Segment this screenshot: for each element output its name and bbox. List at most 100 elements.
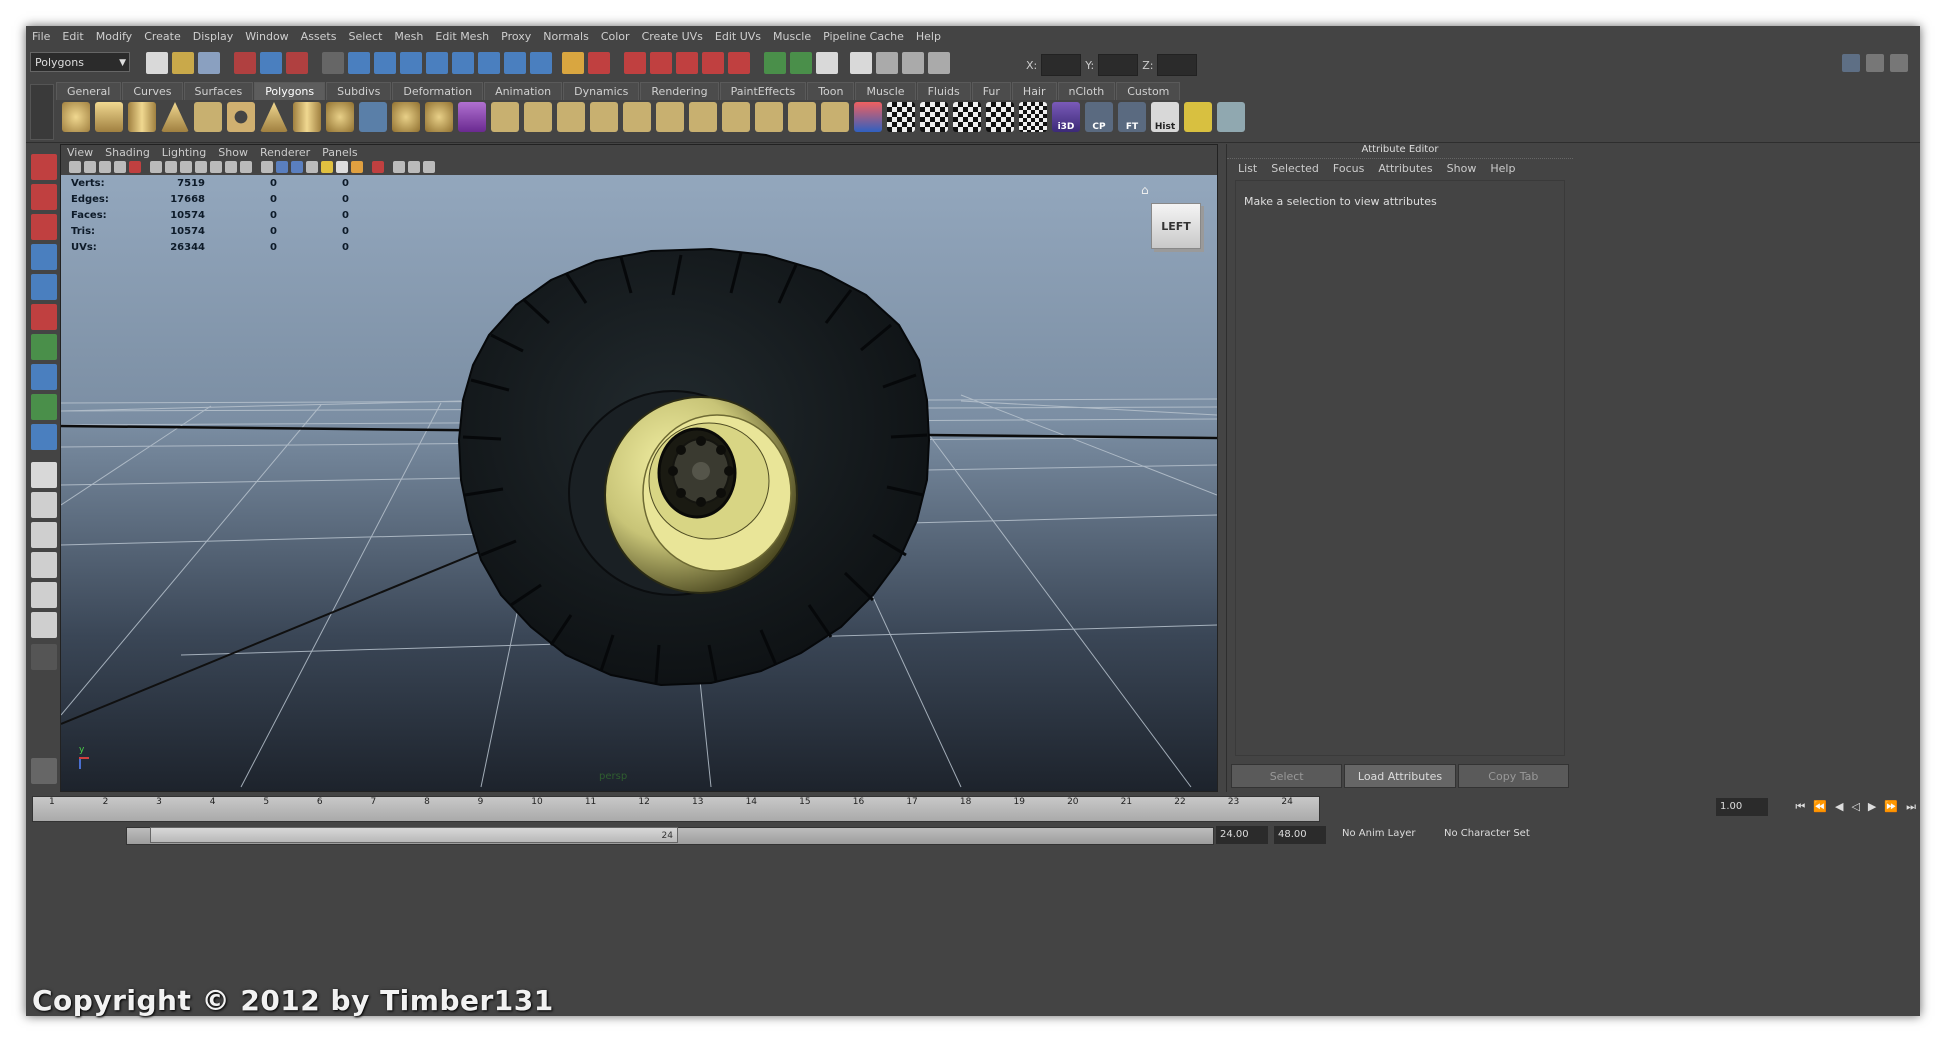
menu-help[interactable]: Help <box>910 30 947 43</box>
go-to-start-icon[interactable]: ⏮ <box>1795 800 1805 814</box>
hist-icon[interactable]: Hist <box>1151 102 1179 132</box>
proxy-cube-icon[interactable] <box>458 102 486 132</box>
xray-joints-icon[interactable] <box>408 161 420 173</box>
planar-mapping-icon[interactable] <box>887 102 915 132</box>
input-ops-icon[interactable] <box>588 52 610 74</box>
home-icon[interactable]: ⌂ <box>1141 183 1149 197</box>
last-tool-icon[interactable] <box>31 424 57 450</box>
new-scene-icon[interactable] <box>146 52 168 74</box>
tool-settings-toggle-icon[interactable] <box>1866 54 1884 72</box>
persp-graph-hypergraph-layout-icon[interactable] <box>31 612 57 638</box>
textured-icon[interactable] <box>306 161 318 173</box>
save-scene-icon[interactable] <box>198 52 220 74</box>
filter-icon[interactable] <box>322 52 344 74</box>
sculpt-geometry-icon[interactable] <box>854 102 882 132</box>
help-question-icon[interactable] <box>530 52 552 74</box>
i3d-icon[interactable]: i3D <box>1052 102 1080 132</box>
cp-icon[interactable]: CP <box>1085 102 1113 132</box>
bevel-icon[interactable] <box>722 102 750 132</box>
render-view-icon[interactable] <box>876 52 898 74</box>
menu-muscle[interactable]: Muscle <box>767 30 817 43</box>
channel-box-toggle-icon[interactable] <box>1890 54 1908 72</box>
snap-point-icon[interactable] <box>400 52 422 74</box>
tab-muscle[interactable]: Muscle <box>855 82 916 100</box>
fill-hole-icon[interactable] <box>788 102 816 132</box>
split-polygon-icon[interactable] <box>590 102 618 132</box>
tab-toon[interactable]: Toon <box>807 82 855 100</box>
attr-menu-list[interactable]: List <box>1231 162 1264 175</box>
tab-painteffects[interactable]: PaintEffects <box>719 82 807 100</box>
uv-texture-editor-icon[interactable] <box>1019 102 1047 132</box>
lock-icon[interactable] <box>562 52 584 74</box>
spherical-mapping-icon[interactable] <box>953 102 981 132</box>
select-camera-icon[interactable] <box>69 161 81 173</box>
field-chart-icon[interactable] <box>210 161 222 173</box>
menu-modify[interactable]: Modify <box>90 30 138 43</box>
merge-vertices-icon[interactable] <box>689 102 717 132</box>
image-plane-icon[interactable] <box>114 161 126 173</box>
menu-pipeline-cache[interactable]: Pipeline Cache <box>817 30 910 43</box>
perspective-viewport[interactable]: Verts: 7519 0 0 Edges: 17668 0 0 Faces: … <box>61 175 1217 791</box>
script-editor-icon[interactable] <box>31 758 57 784</box>
script-icon[interactable] <box>1184 102 1212 132</box>
wireframe-icon[interactable] <box>261 161 273 173</box>
resolution-gate-icon[interactable] <box>180 161 192 173</box>
tab-polygons[interactable]: Polygons <box>254 82 326 100</box>
grid-icon[interactable] <box>150 161 162 173</box>
channel-box-icon[interactable] <box>790 52 812 74</box>
panel-menu-lighting[interactable]: Lighting <box>156 146 212 159</box>
range-handle[interactable]: 24 <box>150 827 678 843</box>
safe-action-icon[interactable] <box>225 161 237 173</box>
gate-mask-icon[interactable] <box>195 161 207 173</box>
tab-fluids[interactable]: Fluids <box>916 82 971 100</box>
poly-pipe-icon[interactable] <box>293 102 321 132</box>
menu-file[interactable]: File <box>26 30 56 43</box>
tab-surfaces[interactable]: Surfaces <box>183 82 254 100</box>
snap-curve-icon[interactable] <box>374 52 396 74</box>
poly-cone-icon[interactable] <box>161 102 189 132</box>
select-tool-icon[interactable] <box>31 154 57 180</box>
history-icon[interactable] <box>504 52 526 74</box>
wedge-icon[interactable] <box>821 102 849 132</box>
open-scene-icon[interactable] <box>172 52 194 74</box>
tab-dynamics[interactable]: Dynamics <box>563 82 640 100</box>
anim-layer-dropdown[interactable]: No Anim Layer <box>1342 828 1416 839</box>
smooth-icon[interactable] <box>425 102 453 132</box>
isolate-select-icon[interactable] <box>372 161 384 173</box>
rotate-tool-icon[interactable] <box>31 274 57 300</box>
paint-select-tool-icon[interactable] <box>31 214 57 240</box>
y-field[interactable] <box>1098 54 1139 76</box>
current-frame-field[interactable]: 1.00 <box>1716 798 1768 816</box>
play-backward-icon[interactable]: ◁ <box>1851 800 1859 814</box>
panel-menu-renderer[interactable]: Renderer <box>254 146 316 159</box>
automatic-mapping-icon[interactable] <box>986 102 1014 132</box>
tab-general[interactable]: General <box>56 82 122 100</box>
shelf-menu-grip[interactable] <box>30 84 54 140</box>
render-current-icon[interactable] <box>650 52 672 74</box>
tab-hair[interactable]: Hair <box>1011 82 1057 100</box>
poly-sphere-icon[interactable] <box>62 102 90 132</box>
show-manipulator-icon[interactable] <box>31 394 57 420</box>
two-d-pan-zoom-icon[interactable] <box>129 161 141 173</box>
view-cube[interactable]: LEFT <box>1151 203 1201 249</box>
tab-ncloth[interactable]: nCloth <box>1057 82 1116 100</box>
attr-menu-help[interactable]: Help <box>1483 162 1522 175</box>
menu-color[interactable]: Color <box>595 30 636 43</box>
ipr-render-icon[interactable] <box>676 52 698 74</box>
scale-tool-icon[interactable] <box>31 304 57 330</box>
panel-menu-shading[interactable]: Shading <box>99 146 156 159</box>
tab-deformation[interactable]: Deformation <box>392 82 484 100</box>
extrude-icon[interactable] <box>491 102 519 132</box>
cylindrical-mapping-icon[interactable] <box>920 102 948 132</box>
select-component-icon[interactable] <box>286 52 308 74</box>
attr-menu-show[interactable]: Show <box>1440 162 1484 175</box>
time-ruler[interactable]: 1 2 3 4 5 6 7 8 9 10 11 12 13 14 15 16 17 18 19 20 21 22 23 24 <box>32 796 1320 822</box>
select-hierarchy-icon[interactable] <box>234 52 256 74</box>
smooth-shade-icon[interactable] <box>276 161 288 173</box>
menu-edit-mesh[interactable]: Edit Mesh <box>429 30 495 43</box>
attr-menu-attributes[interactable]: Attributes <box>1371 162 1439 175</box>
poly-torus-icon[interactable] <box>227 102 255 132</box>
soft-mod-tool-icon[interactable] <box>31 364 57 390</box>
hypershade-icon[interactable] <box>728 52 750 74</box>
offset-edge-loop-icon[interactable] <box>656 102 684 132</box>
